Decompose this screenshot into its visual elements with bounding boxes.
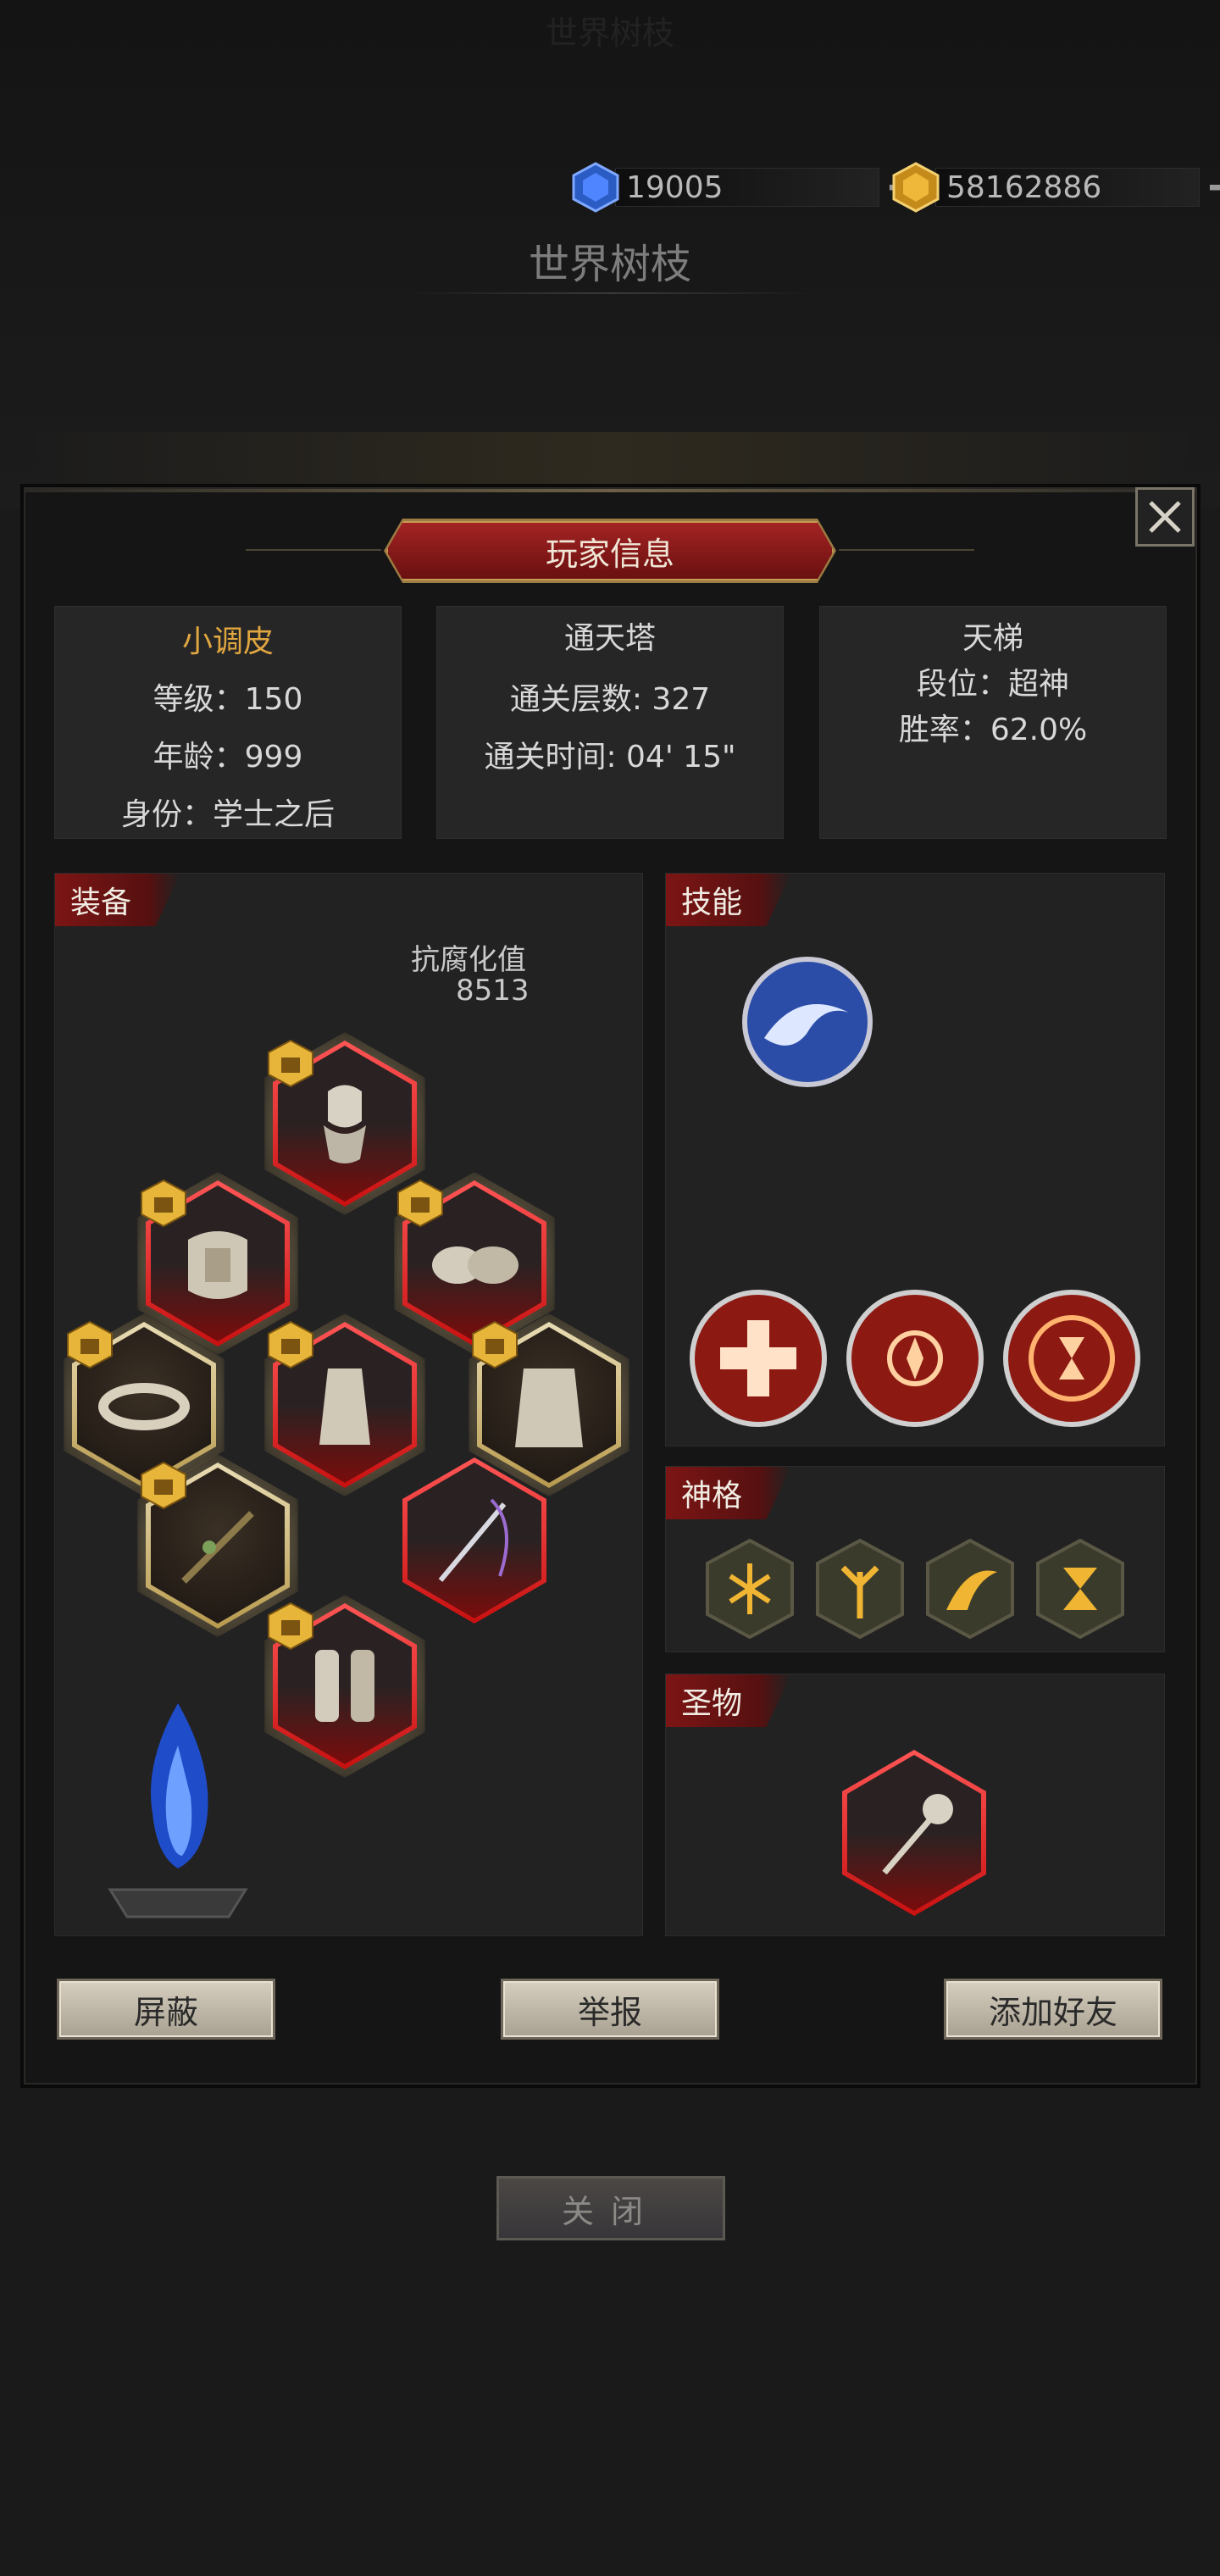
lock-badge-icon — [268, 1039, 313, 1088]
ladder-title: 天梯 — [962, 621, 1023, 656]
robe-icon — [319, 1368, 370, 1445]
background-top-title: 世界树枝 — [545, 14, 674, 52]
divinity-tag: 神格 — [666, 1467, 792, 1519]
equipment-tag: 装备 — [55, 874, 181, 926]
lock-badge-icon — [268, 1602, 313, 1651]
mace-icon — [882, 1794, 953, 1875]
wave-skill-icon[interactable] — [739, 953, 876, 1091]
player-name: 小调皮 — [181, 625, 274, 659]
lock-badge-icon — [268, 1320, 313, 1369]
title-divider-left — [246, 549, 381, 551]
lock-badge-icon — [472, 1320, 518, 1369]
tower-floors: 通关层数: 327 — [509, 682, 711, 717]
currency-blue-value: 19005 — [615, 168, 879, 207]
equip-slot-boots[interactable] — [264, 1595, 425, 1778]
ladder-winrate: 胜率：62.0% — [898, 713, 1088, 747]
sun-skill-icon[interactable] — [843, 1286, 987, 1430]
ladder-info-box: 天梯 段位：超神 胜率：62.0% — [819, 606, 1167, 839]
relic-slot[interactable] — [842, 1750, 986, 1916]
modal-title: 玩家信息 — [545, 535, 674, 573]
sword-icon — [438, 1498, 508, 1582]
equip-slot-gloves[interactable] — [264, 1313, 425, 1496]
corruption-value: 8513 — [456, 974, 530, 1008]
modal-title-banner: 玩家信息 — [386, 521, 834, 580]
belt-icon — [98, 1383, 190, 1430]
blue-gem-icon — [569, 161, 622, 214]
tower-time: 通关时间: 04' 15" — [484, 740, 736, 774]
tower-title: 通天塔 — [563, 621, 656, 656]
close-icon[interactable] — [1135, 487, 1195, 547]
ladder-rank: 段位：超神 — [916, 667, 1069, 702]
blue-flame-icon — [108, 1703, 248, 1918]
helmet-icon — [324, 1085, 366, 1163]
currency-gold: 58162886 + — [890, 161, 1220, 214]
modal-border — [25, 489, 1195, 492]
gold-gem-icon — [890, 161, 942, 214]
corruption-label: 抗腐化值 — [411, 943, 526, 977]
background-banner — [34, 432, 1186, 491]
player-level: 等级：150 — [152, 682, 303, 717]
report-button[interactable]: 举报 — [501, 1979, 719, 2040]
branch-icon — [181, 1511, 254, 1584]
add-gold-currency-button[interactable]: + — [1205, 164, 1220, 211]
rune-hourglass-icon[interactable] — [1035, 1538, 1125, 1640]
rune-wing-icon[interactable] — [925, 1538, 1015, 1640]
player-age: 年龄：999 — [152, 740, 303, 774]
currency-blue: 19005 + — [569, 161, 924, 214]
hourglass-skill-icon[interactable] — [1000, 1286, 1144, 1430]
rune-tree-icon[interactable] — [815, 1538, 905, 1640]
player-info-box: 小调皮 等级：150 年龄：999 身份：学士之后 — [54, 606, 402, 839]
relic-tag: 圣物 — [666, 1674, 792, 1727]
cloak-icon — [515, 1368, 583, 1447]
lock-badge-icon — [141, 1179, 186, 1228]
divider — [407, 292, 813, 294]
equip-slot-weapon[interactable] — [402, 1457, 546, 1624]
block-button[interactable]: 屏蔽 — [57, 1979, 275, 2040]
close-button[interactable]: 关闭 — [496, 2176, 725, 2240]
heal-skill-icon[interactable] — [686, 1286, 830, 1430]
title-divider-right — [839, 549, 974, 551]
player-identity: 身份：学士之后 — [120, 797, 335, 832]
boots-icon — [315, 1650, 374, 1722]
lock-badge-icon — [397, 1179, 443, 1228]
page-title: 世界树枝 — [528, 241, 691, 288]
shoulder-armor-icon — [432, 1246, 518, 1284]
skills-tag: 技能 — [666, 874, 792, 926]
tower-info-box: 通天塔 通关层数: 327 通关时间: 04' 15" — [436, 606, 784, 839]
lock-badge-icon — [141, 1461, 186, 1510]
rune-star-icon[interactable] — [705, 1538, 795, 1640]
currency-gold-value: 58162886 — [935, 168, 1200, 207]
chest-armor-icon — [188, 1231, 247, 1299]
add-friend-button[interactable]: 添加好友 — [944, 1979, 1162, 2040]
lock-badge-icon — [67, 1320, 113, 1369]
